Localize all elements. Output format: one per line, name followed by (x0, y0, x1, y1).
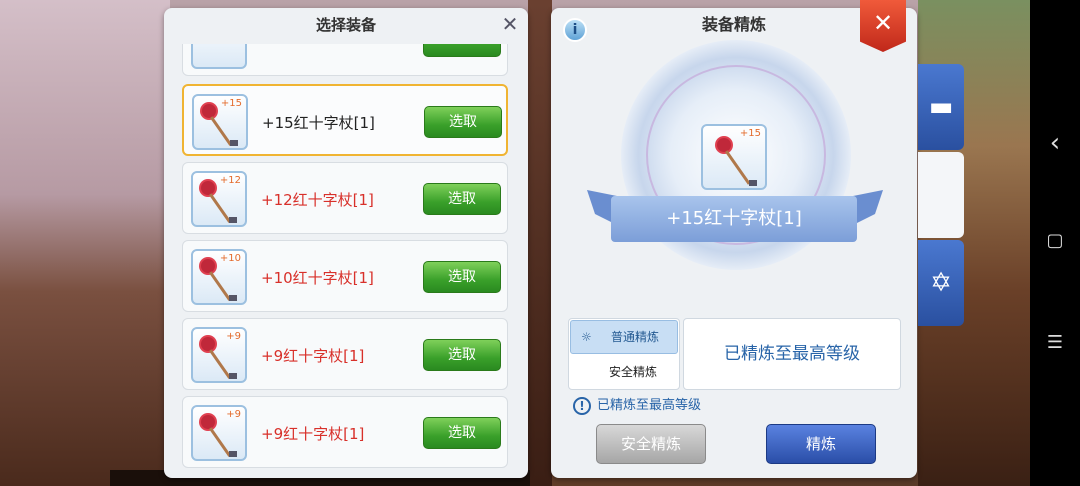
staff-shaft (209, 349, 231, 379)
item-name: +9红十字杖[1] (261, 347, 365, 365)
hexagram-icon: ✡ (930, 268, 952, 298)
select-button[interactable]: 选取 (423, 261, 501, 293)
staff-icon (201, 259, 215, 273)
list-item[interactable]: +15 +15红十字杖[1] 选取 (182, 84, 508, 156)
list-item[interactable]: +10 +10红十字杖[1] 选取 (182, 240, 508, 312)
refine-button[interactable]: 精炼 (766, 424, 876, 464)
tab-hexagram[interactable]: ✡ (918, 240, 964, 326)
item-level: +9 (226, 331, 241, 342)
item-thumbnail: +12 (191, 171, 247, 227)
staff-end (229, 373, 237, 379)
item-level: +10 (219, 253, 241, 264)
background-shelf (528, 0, 552, 486)
staff-icon (202, 104, 216, 118)
staff-end (229, 451, 237, 457)
alert-icon: ! (573, 396, 591, 415)
menu-icon[interactable]: ☰ (1030, 332, 1080, 353)
staff-end (749, 180, 757, 186)
item-name: +15红十字杖[1] (262, 114, 375, 132)
item-name: +9红十字杖[1] (261, 425, 365, 443)
item-thumbnail: +9 (191, 327, 247, 383)
staff-end (229, 295, 237, 301)
list-item[interactable]: +9 +9红十字杖[1] 选取 (182, 396, 508, 468)
center-item-name: +15红十字杖[1] (611, 196, 857, 242)
anvil-icon: ▬ (928, 92, 954, 122)
item-level: +9 (226, 409, 241, 420)
tab-blank[interactable] (918, 152, 964, 238)
item-name: +10红十字杖[1] (261, 269, 374, 287)
notice-text: 已精炼至最高等级 (597, 398, 702, 413)
staff-shaft (209, 427, 231, 457)
list-item[interactable] (182, 44, 508, 76)
staff-icon (201, 181, 215, 195)
equipment-list[interactable]: +15 +15红十字杖[1] 选取 +12 +12红十字杖[1] 选取 +10 +10红十字杖… (164, 44, 528, 478)
staff-shaft (725, 150, 751, 185)
safe-refine-button[interactable]: 安全精炼 (596, 424, 706, 464)
item-level: +15 (739, 128, 761, 139)
panel-title: 选择装备 (315, 16, 376, 34)
select-button[interactable]: 选取 (424, 106, 502, 138)
list-item[interactable]: +12 +12红十字杖[1] 选取 (182, 162, 508, 234)
center-item-thumbnail: +15 (701, 124, 767, 190)
select-button[interactable]: 选取 (423, 417, 501, 449)
star-icon: ☼ (581, 330, 592, 344)
staff-shaft (209, 271, 231, 301)
item-thumbnail (191, 44, 247, 69)
home-icon[interactable]: ▢ (1030, 230, 1080, 251)
select-button[interactable]: 选取 (423, 183, 501, 215)
back-icon[interactable]: ‹ (1030, 128, 1080, 158)
notice: ! 已精炼至最高等级 (573, 394, 701, 415)
close-icon[interactable]: ✕ (500, 14, 520, 34)
refine-mode-box: ☼ 普通精炼 安全精炼 (568, 318, 680, 390)
staff-shaft (209, 193, 231, 223)
staff-icon (717, 138, 731, 152)
item-name: +12红十字杖[1] (261, 191, 374, 209)
system-navbar: ‹ ▢ ☰ (1030, 0, 1080, 486)
background-wall (0, 0, 170, 486)
staff-end (230, 140, 238, 146)
list-item[interactable]: +9 +9红十字杖[1] 选取 (182, 318, 508, 390)
item-thumbnail: +9 (191, 405, 247, 461)
close-button[interactable]: ✕ (860, 0, 906, 52)
staff-icon (201, 415, 215, 429)
staff-shaft (210, 116, 232, 146)
mode-normal-tab[interactable]: ☼ 普通精炼 (570, 320, 678, 354)
refine-panel: i 装备精炼 ✕ +15 +15红十字杖[1] ☼ 普通精炼 安全精炼 已精炼至… (551, 0, 917, 478)
select-button[interactable] (423, 44, 501, 57)
select-equipment-panel: 选择装备 ✕ +15 +15红十字杖[1] 选取 +12 +12红十字杖[1] 选取 +10… (164, 8, 528, 478)
item-thumbnail: +10 (191, 249, 247, 305)
tab-anvil[interactable]: ▬ (918, 64, 964, 150)
item-thumbnail: +15 (192, 94, 248, 150)
staff-icon (201, 337, 215, 351)
select-button[interactable]: 选取 (423, 339, 501, 371)
item-level: +12 (219, 175, 241, 186)
mode-safe-tab[interactable]: 安全精炼 (609, 363, 657, 380)
staff-end (229, 217, 237, 223)
refine-status: 已精炼至最高等级 (683, 318, 901, 390)
mode-normal-label: 普通精炼 (611, 330, 660, 344)
item-level: +15 (220, 98, 242, 109)
